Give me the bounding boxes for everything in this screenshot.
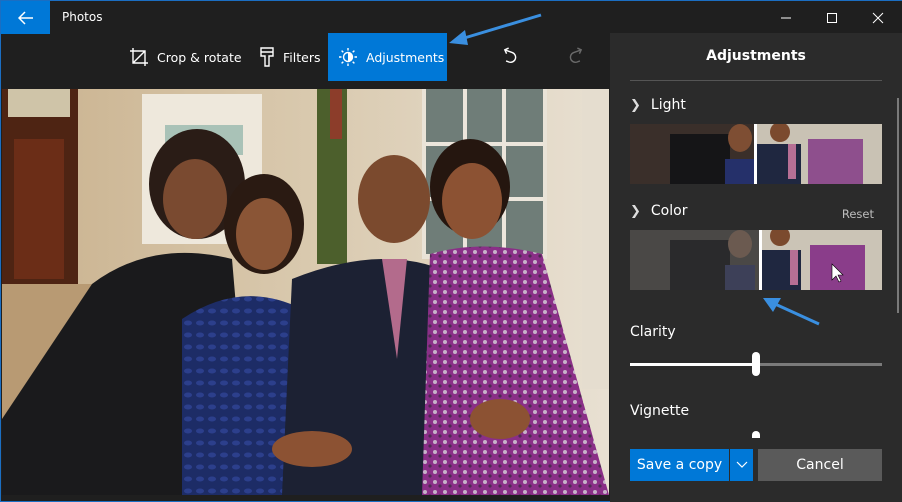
panel-divider: [630, 80, 882, 81]
clarity-label: Clarity: [630, 324, 676, 340]
panel-title: Adjustments: [706, 48, 806, 64]
family-portrait-image: [2, 89, 609, 495]
color-section-header[interactable]: ❯ Color: [630, 203, 687, 219]
color-preview-image: [630, 230, 882, 290]
filters-brush-icon: [260, 47, 274, 67]
filters-button[interactable]: Filters: [259, 33, 320, 81]
color-label: Color: [650, 203, 688, 219]
brightness-icon: [339, 48, 357, 66]
edit-toolbar: Crop & rotate Filters Adjustments: [1, 33, 609, 81]
back-button[interactable]: [1, 1, 50, 34]
chevron-down-icon: [736, 461, 747, 468]
title-bar: Photos: [1, 0, 902, 34]
close-icon: [872, 12, 884, 23]
light-preview-image: [630, 124, 882, 184]
panel-scrollbar[interactable]: [897, 98, 899, 313]
redo-icon: [569, 47, 583, 63]
crop-rotate-label: Crop & rotate: [157, 49, 242, 65]
chevron-right-icon: ❯: [630, 97, 641, 113]
clarity-thumb[interactable]: [752, 352, 760, 376]
chevron-right-icon: ❯: [630, 203, 641, 219]
back-arrow-icon: [17, 10, 33, 25]
maximize-icon: [827, 12, 837, 23]
vignette-label: Vignette: [630, 403, 690, 419]
save-options-dropdown[interactable]: [730, 449, 753, 481]
undo-button[interactable]: [495, 41, 525, 71]
color-reset-link[interactable]: Reset: [842, 207, 874, 221]
minimize-button[interactable]: [763, 1, 809, 34]
clarity-fill: [630, 363, 756, 366]
panel-footer: Save a copy Cancel: [610, 438, 902, 502]
adjustments-label: Adjustments: [366, 49, 445, 65]
close-button[interactable]: [855, 1, 901, 34]
photos-window: Photos Crop & rotate Filters Adjustments…: [0, 0, 902, 502]
color-thumbnail[interactable]: [630, 230, 882, 290]
adjustments-panel: Adjustments ❯ Light ❯ Color Reset Clarit…: [610, 33, 902, 502]
minimize-icon: [781, 17, 791, 18]
undo-icon: [503, 47, 517, 63]
light-thumbnail[interactable]: [630, 124, 882, 184]
crop-icon: [130, 48, 148, 66]
light-label: Light: [650, 97, 686, 113]
photo-canvas[interactable]: [2, 89, 609, 495]
redo-button[interactable]: [561, 41, 591, 71]
light-section-header[interactable]: ❯ Light: [630, 97, 686, 113]
maximize-button[interactable]: [809, 1, 855, 34]
clarity-slider[interactable]: [630, 352, 882, 376]
filters-label: Filters: [283, 49, 321, 65]
crop-rotate-button[interactable]: Crop & rotate: [129, 33, 242, 81]
app-title: Photos: [62, 10, 103, 24]
save-copy-button[interactable]: Save a copy: [630, 449, 729, 481]
adjustments-tab[interactable]: Adjustments: [328, 33, 447, 81]
cancel-button[interactable]: Cancel: [758, 449, 882, 481]
